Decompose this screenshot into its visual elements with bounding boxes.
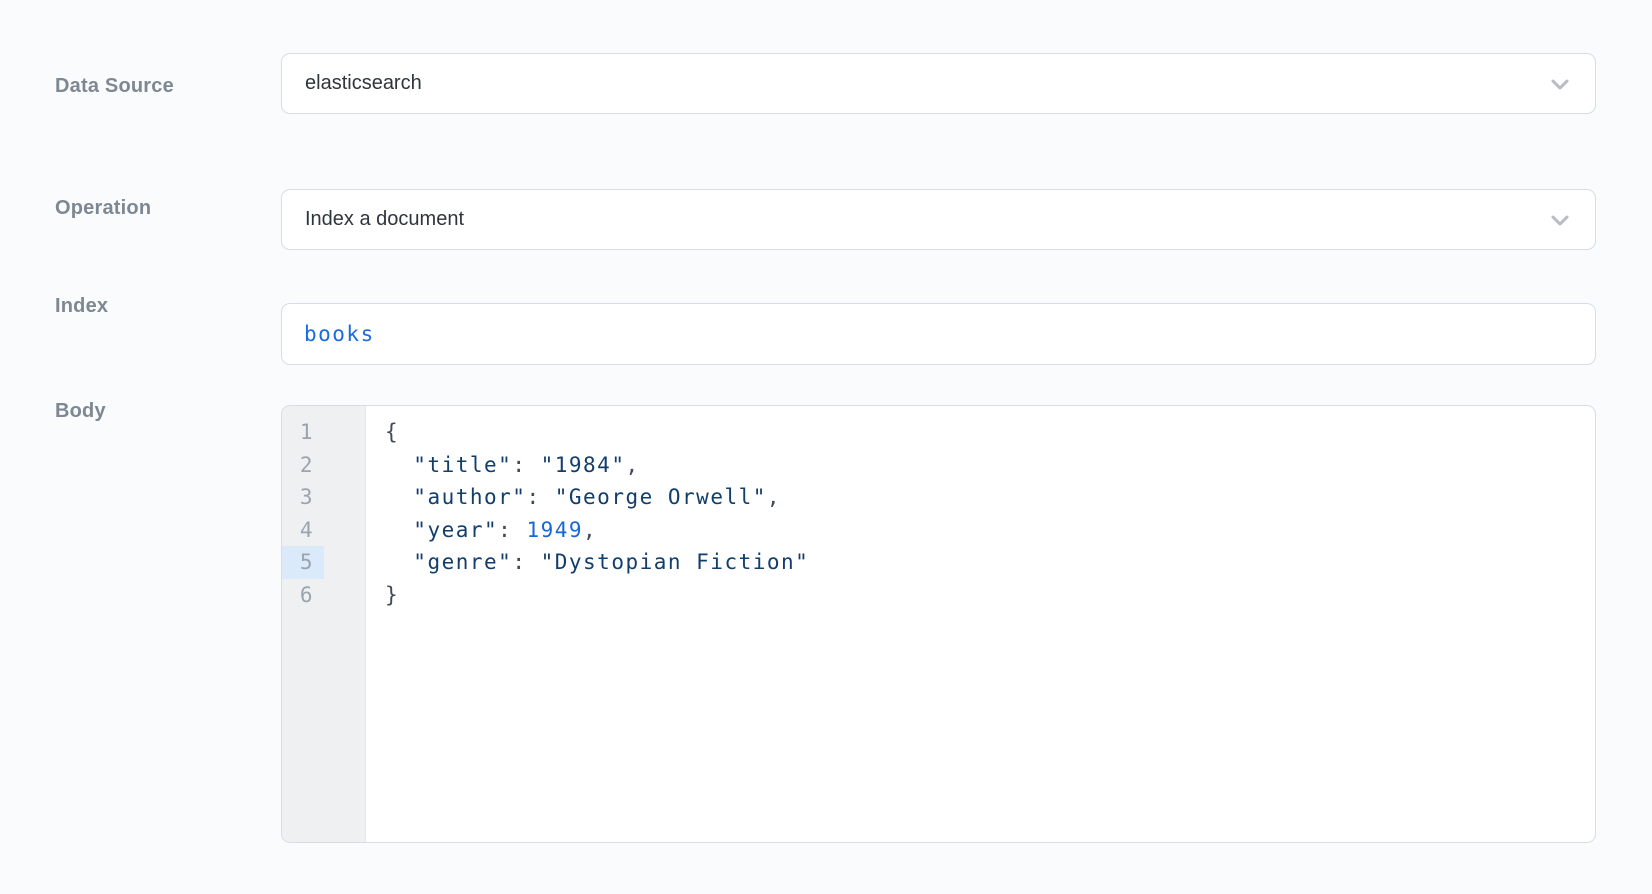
line-number: 4 bbox=[282, 514, 324, 547]
data-source-select[interactable]: elasticsearch bbox=[281, 53, 1596, 114]
line-number: 3 bbox=[282, 481, 324, 514]
operation-select[interactable]: Index a document bbox=[281, 189, 1596, 250]
operation-value: Index a document bbox=[305, 208, 464, 231]
data-source-value: elasticsearch bbox=[305, 72, 422, 95]
operation-label: Operation bbox=[55, 196, 151, 220]
data-source-label: Data Source bbox=[55, 74, 174, 98]
code-line: "genre": "Dystopian Fiction" bbox=[385, 546, 1595, 579]
line-number: 6 bbox=[282, 579, 324, 612]
code-line: "year": 1949, bbox=[385, 514, 1595, 547]
index-input[interactable]: books bbox=[281, 303, 1596, 365]
code-line: "author": "George Orwell", bbox=[385, 481, 1595, 514]
json-code-area[interactable]: { "title": "1984", "author": "George Orw… bbox=[366, 406, 1595, 842]
node-parameters-panel: Data Source elasticsearch Operation Inde… bbox=[0, 0, 1652, 894]
index-label: Index bbox=[55, 294, 108, 318]
index-value: books bbox=[304, 322, 375, 346]
chevron-down-icon bbox=[1545, 205, 1575, 235]
body-label: Body bbox=[55, 399, 106, 423]
code-line: } bbox=[385, 579, 1595, 612]
code-line: { bbox=[385, 416, 1595, 449]
line-number: 5 bbox=[282, 546, 324, 579]
line-number-gutter: 1 2 3 4 5 6 bbox=[282, 406, 366, 842]
line-number: 1 bbox=[282, 416, 324, 449]
code-line: "title": "1984", bbox=[385, 449, 1595, 482]
body-code-editor[interactable]: 1 2 3 4 5 6 { "title": "1984", "author":… bbox=[281, 405, 1596, 843]
chevron-down-icon bbox=[1545, 69, 1575, 99]
line-number: 2 bbox=[282, 449, 324, 482]
